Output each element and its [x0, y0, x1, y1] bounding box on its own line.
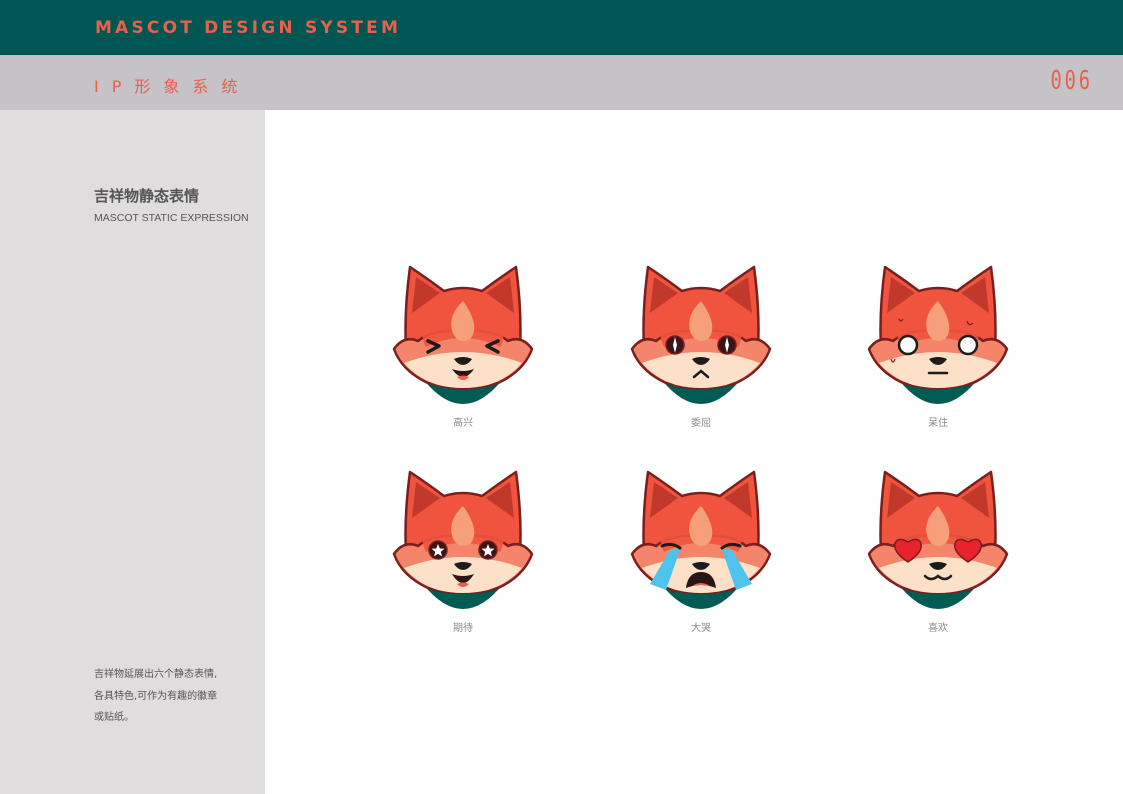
- fox-expectant-icon: [392, 470, 534, 609]
- fox-crying-icon: [630, 470, 772, 609]
- expression-label: 高兴: [453, 418, 473, 429]
- fox-happy-icon: [392, 265, 534, 404]
- expression-crying: 大哭: [626, 466, 776, 646]
- expression-label: 大哭: [691, 623, 711, 634]
- expression-label: 期待: [453, 623, 473, 634]
- expression-aggrieved: 委屈: [626, 261, 776, 441]
- fox-love-icon: [867, 470, 1009, 609]
- expression-expectant: 期待: [388, 466, 538, 646]
- expression-stunned: 呆住: [863, 261, 1013, 441]
- fox-stunned-icon: [867, 265, 1009, 404]
- expression-grid: 高兴 委屈 呆住 期待 大哭 喜欢: [0, 0, 1123, 794]
- expression-love: 喜欢: [863, 466, 1013, 646]
- fox-aggrieved-icon: [630, 265, 772, 404]
- expression-happy: 高兴: [388, 261, 538, 441]
- expression-label: 呆住: [928, 418, 948, 429]
- expression-label: 喜欢: [928, 623, 948, 634]
- expression-label: 委屈: [691, 418, 711, 429]
